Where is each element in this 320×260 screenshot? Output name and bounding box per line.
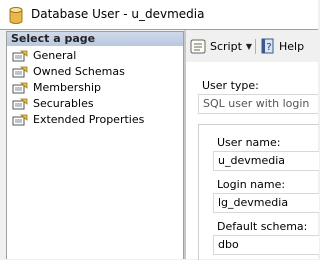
help-button[interactable]: ? Help bbox=[260, 37, 304, 55]
svg-text:?: ? bbox=[266, 42, 271, 53]
page-item-extended-properties[interactable]: Extended Properties bbox=[7, 112, 183, 128]
page-icon bbox=[12, 98, 28, 110]
page-item-label: Owned Schemas bbox=[33, 65, 125, 78]
page-list: General Owned Schemas Membership Securab… bbox=[7, 48, 183, 128]
help-book-icon: ? bbox=[261, 38, 274, 54]
toolbar: Script ▼ ? Help bbox=[186, 31, 318, 61]
page-item-label: General bbox=[33, 49, 77, 62]
database-icon bbox=[9, 7, 23, 24]
script-button[interactable]: Script ▼ bbox=[190, 37, 252, 55]
select-page-pane: Select a page General Owned Schemas Memb… bbox=[6, 31, 184, 259]
page-item-securables[interactable]: Securables bbox=[7, 96, 183, 112]
page-item-label: Extended Properties bbox=[33, 113, 145, 126]
default-schema-field[interactable]: dbo bbox=[213, 235, 319, 255]
script-icon bbox=[190, 39, 206, 54]
user-type-label: User type: bbox=[202, 79, 259, 92]
script-button-label: Script bbox=[210, 39, 242, 53]
page-item-owned-schemas[interactable]: Owned Schemas bbox=[7, 64, 183, 80]
page-item-membership[interactable]: Membership bbox=[7, 80, 183, 96]
user-details-group: User name: u_devmedia Login name: lg_dev… bbox=[198, 124, 319, 260]
page-icon bbox=[12, 66, 28, 78]
page-icon bbox=[12, 114, 28, 126]
help-button-label: Help bbox=[279, 39, 305, 53]
user-type-field[interactable]: SQL user with login bbox=[198, 94, 318, 114]
page-icon bbox=[12, 50, 28, 62]
login-name-label: Login name: bbox=[217, 178, 286, 191]
chevron-down-icon[interactable]: ▼ bbox=[246, 42, 252, 51]
general-page-form: User type: SQL user with login User name… bbox=[186, 62, 319, 260]
select-page-header-label: Select a page bbox=[11, 32, 96, 45]
user-name-label: User name: bbox=[217, 136, 281, 149]
page-item-general[interactable]: General bbox=[7, 48, 183, 64]
window-title: Database User - u_devmedia bbox=[31, 7, 205, 21]
login-name-field[interactable]: lg_devmedia bbox=[213, 193, 319, 213]
user-name-field[interactable]: u_devmedia bbox=[213, 151, 319, 171]
page-item-label: Membership bbox=[33, 81, 101, 94]
page-icon bbox=[12, 82, 28, 94]
page-item-label: Securables bbox=[33, 97, 94, 110]
title-bar: Database User - u_devmedia bbox=[0, 0, 318, 30]
default-schema-label: Default schema: bbox=[217, 220, 308, 233]
select-page-header: Select a page bbox=[7, 32, 183, 46]
toolbar-separator bbox=[255, 39, 256, 54]
